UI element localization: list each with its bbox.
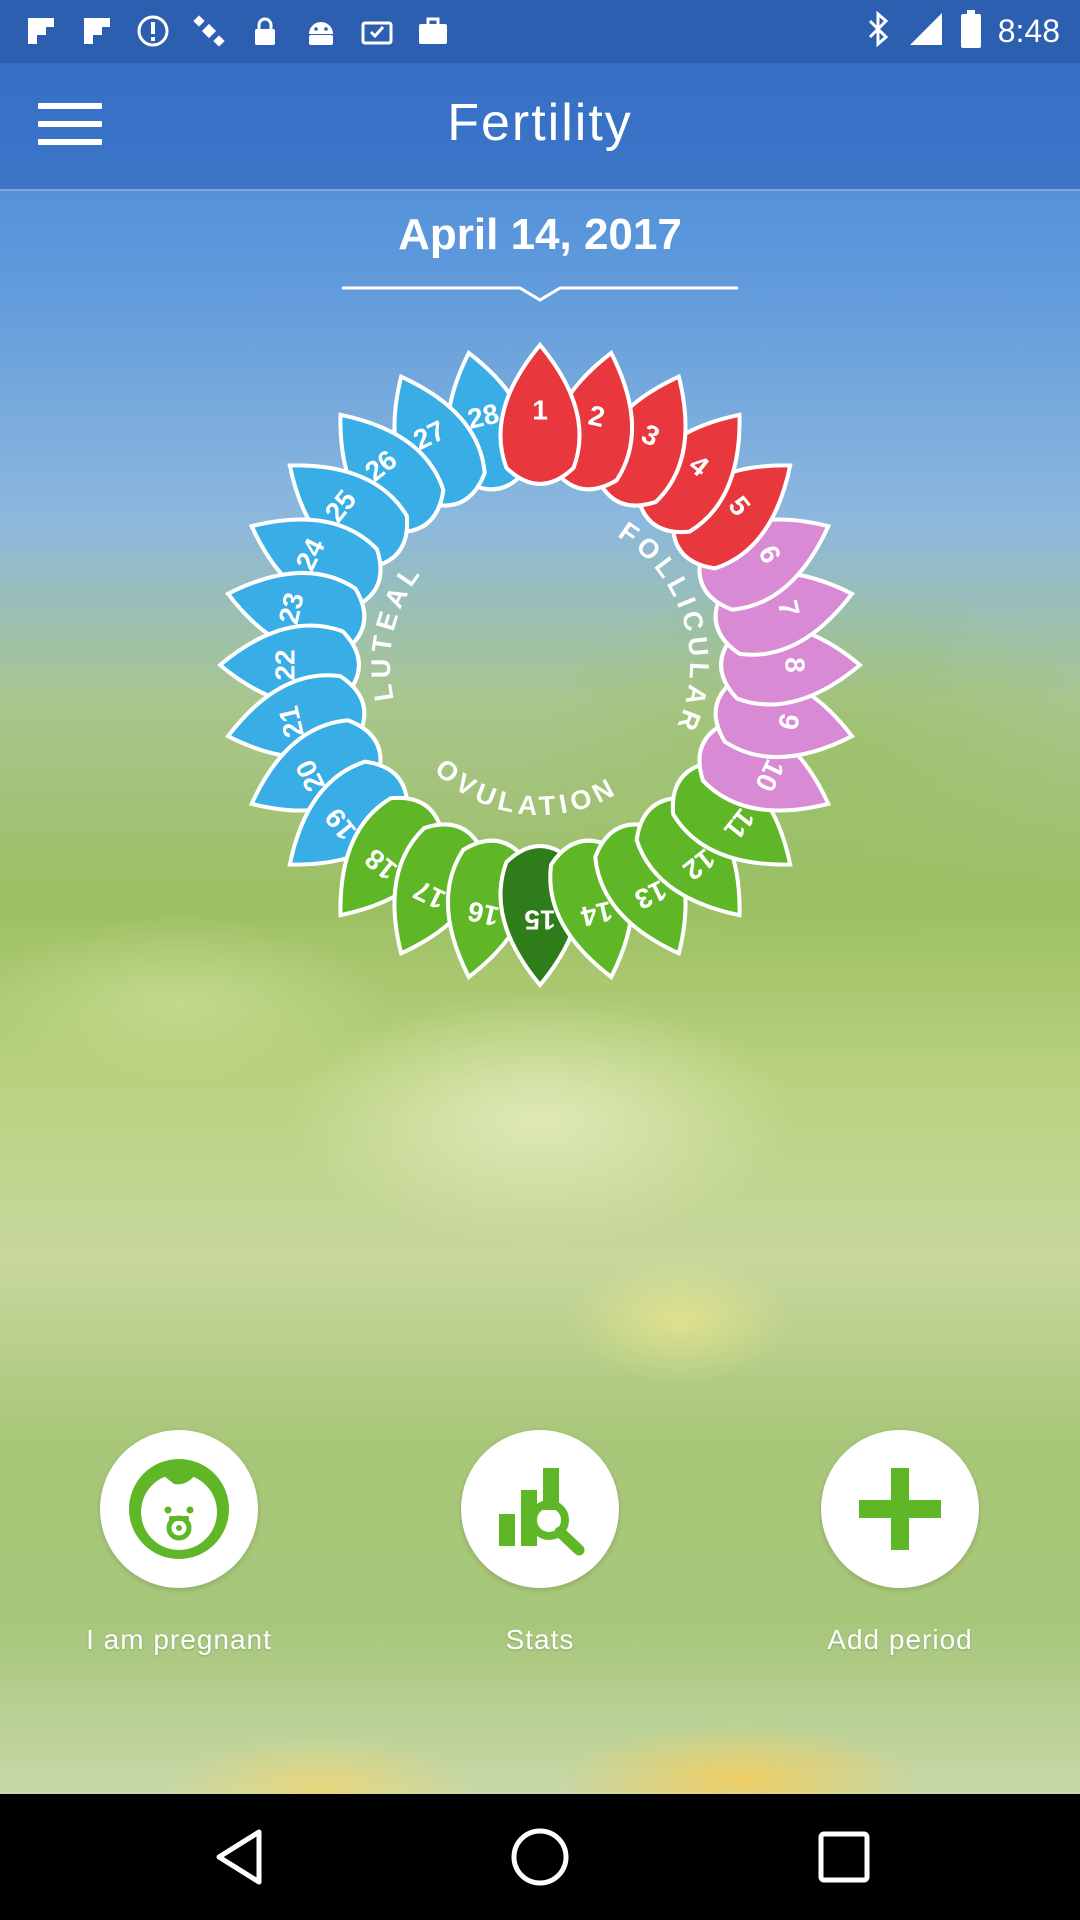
stats-search-icon (461, 1430, 619, 1588)
bluetooth-icon (866, 10, 892, 52)
page-title: Fertility (447, 94, 633, 152)
app-bar: Fertility (0, 63, 1080, 191)
alert-icon (136, 14, 170, 48)
i-am-pregnant-button[interactable]: I am pregnant (64, 1430, 294, 1656)
cycle-day-label: 15 (524, 905, 555, 936)
status-bar: 8:48 (0, 0, 1080, 63)
android-icon (304, 14, 338, 48)
satellite-icon (192, 14, 226, 48)
notification-flipboard-icon (24, 14, 58, 48)
home-icon[interactable] (507, 1824, 573, 1890)
navigation-bar (0, 1794, 1080, 1920)
stats-label: Stats (505, 1624, 575, 1655)
notification-flipboard-icon (80, 14, 114, 48)
signal-icon (908, 11, 944, 52)
add-period-label: Add period (827, 1624, 973, 1655)
cycle-wheel: 282726252423222120191817 16 15 14 1312111098… (216, 341, 864, 989)
calendar-check-icon (360, 14, 394, 48)
date-selector[interactable]: April 14, 2017 (342, 210, 738, 310)
plus-icon (821, 1430, 979, 1588)
lock-icon (248, 14, 282, 48)
cycle-day-label: 22 (269, 649, 300, 680)
recents-icon[interactable] (811, 1824, 877, 1890)
briefcase-icon (416, 14, 450, 48)
i-am-pregnant-label: I am pregnant (86, 1624, 272, 1655)
date-label: April 14, 2017 (398, 210, 682, 259)
back-icon[interactable] (207, 1824, 273, 1890)
battery-icon (960, 10, 982, 53)
cycle-day-label: 8 (780, 657, 811, 673)
stats-button[interactable]: Stats (425, 1430, 655, 1656)
add-period-button[interactable]: Add period (785, 1430, 1015, 1656)
phase-label-ovulation: OVULATION (430, 753, 624, 821)
clock: 8:48 (997, 13, 1060, 49)
baby-icon (100, 1430, 258, 1588)
cycle-day-label: 1 (532, 394, 548, 425)
